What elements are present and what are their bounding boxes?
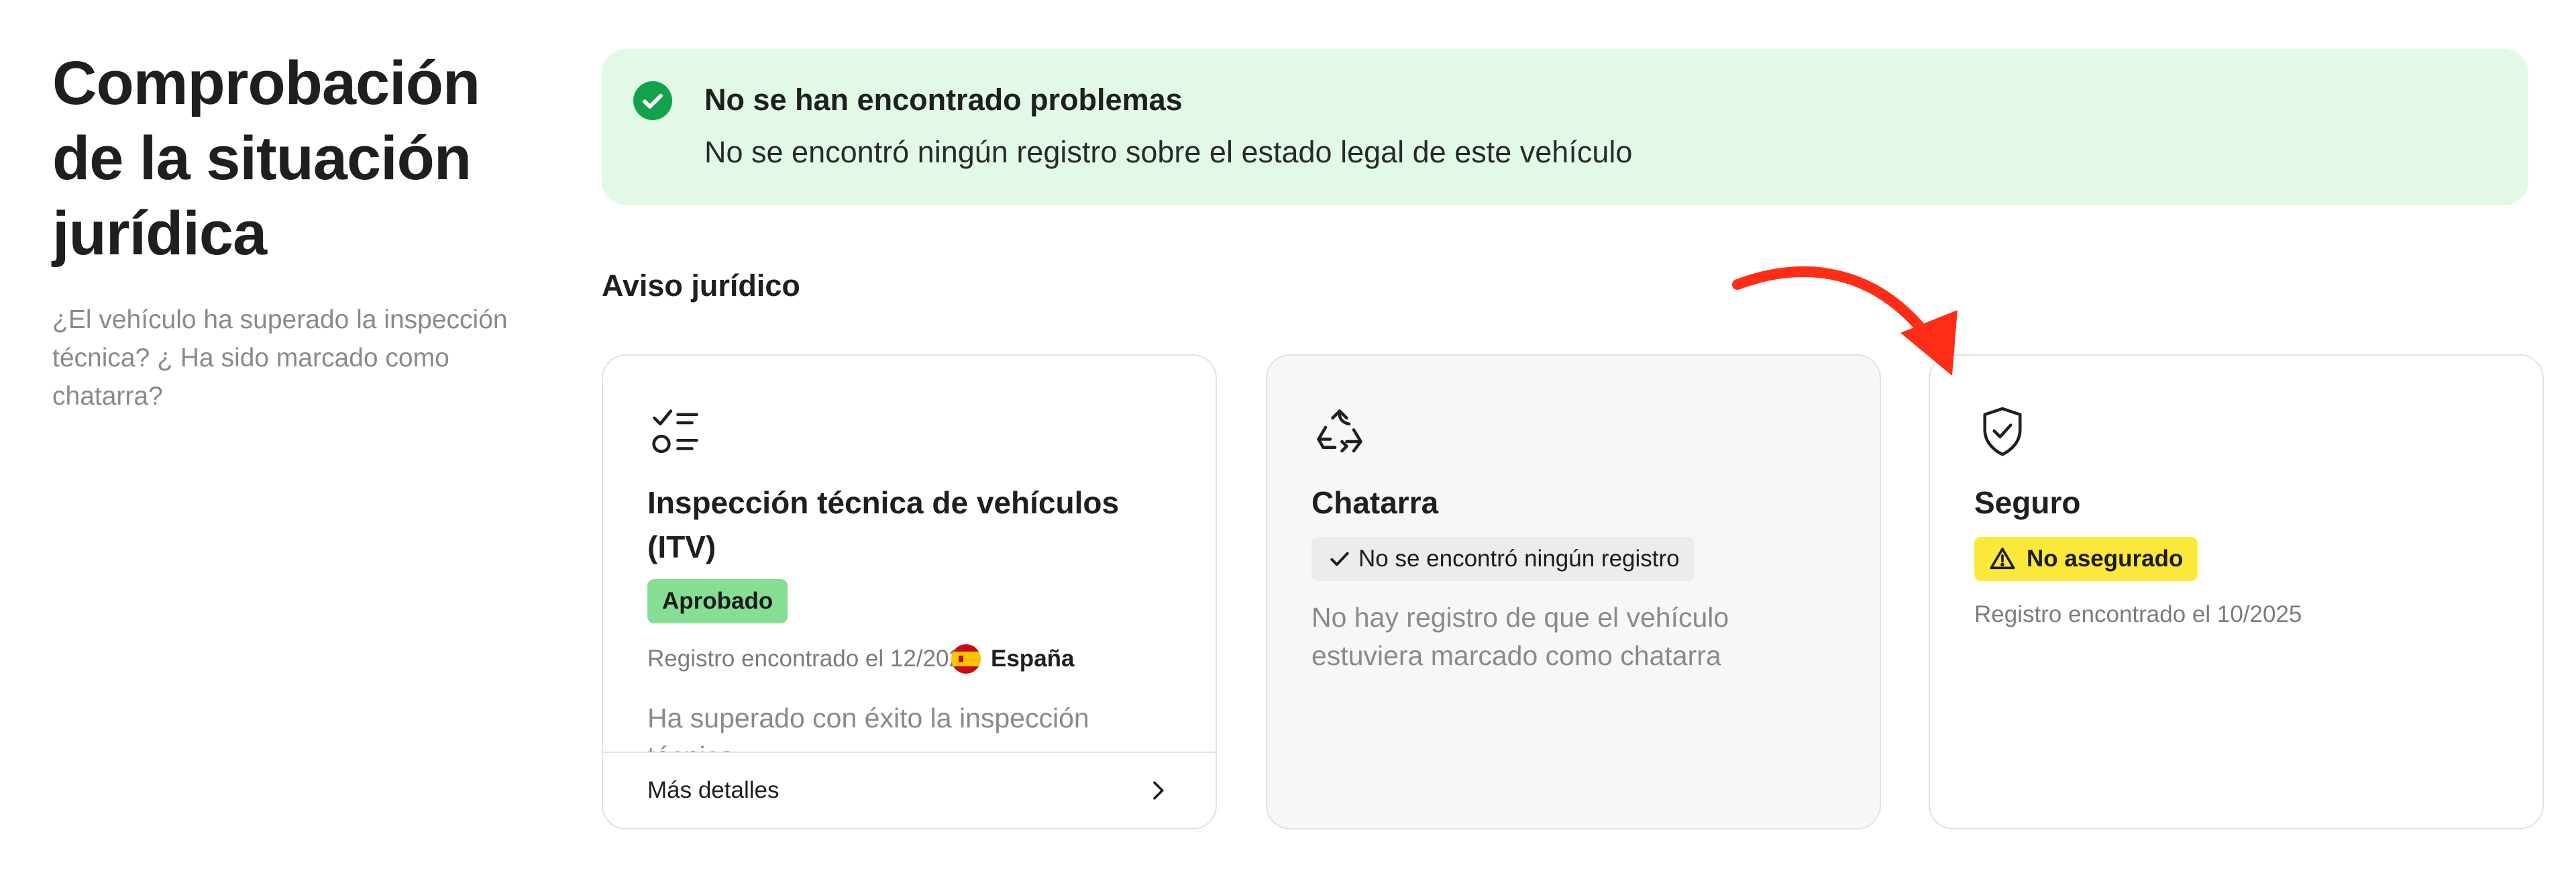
shield-check-icon [1983, 407, 2022, 456]
itv-card: Inspección técnica de vehículos (ITV) Ap… [602, 354, 1217, 829]
check-circle-icon [633, 81, 672, 120]
itv-card-title: Inspección técnica de vehículos (ITV) [647, 485, 1120, 564]
recycle-icon [1317, 409, 1362, 453]
insurance-record-date: Registro encontrado el 10/2025 [1974, 601, 2302, 627]
status-badge-not-insured: No asegurado [1974, 537, 2198, 581]
status-badge-approved: Aprobado [647, 579, 788, 623]
checklist-icon [652, 409, 698, 454]
status-badge-no-record: No se encontró ningún registro [1311, 537, 1695, 581]
scrap-card: Chatarra No se encontró ningún registro … [1266, 354, 1881, 829]
scrap-description: No hay registro de que el vehículo estuv… [1311, 602, 1729, 671]
status-banner: No se han encontrado problemas No se enc… [602, 49, 2528, 205]
banner-title: No se han encontrado problemas [704, 83, 1183, 117]
banner-text: No se encontró ningún registro sobre el … [704, 135, 1633, 169]
spain-flag-icon [951, 644, 981, 674]
no-record-label: No se encontró ningún registro [1358, 546, 1680, 572]
red-arrow-icon [1732, 266, 1957, 376]
insurance-card-title: Seguro [1974, 485, 2081, 520]
scrap-card-title: Chatarra [1311, 485, 1439, 520]
more-details-label: Más detalles [647, 777, 780, 803]
page-title: Comprobación de la situación jurídica [52, 49, 480, 268]
insurance-card: Seguro No asegurado Registro encontrado … [1929, 354, 2544, 829]
itv-record-date: Registro encontrado el 12/2024 [647, 646, 975, 672]
country-name: España [991, 646, 1075, 672]
check-icon [1330, 552, 1349, 566]
not-insured-label: No asegurado [2027, 546, 2184, 572]
section-heading: Aviso jurídico [602, 268, 800, 303]
warning-icon [1990, 548, 2015, 570]
page-subtitle: ¿El vehículo ha superado la inspección t… [52, 305, 508, 411]
more-details-link[interactable]: Más detalles [603, 752, 1216, 828]
chevron-right-icon [1153, 781, 1164, 800]
